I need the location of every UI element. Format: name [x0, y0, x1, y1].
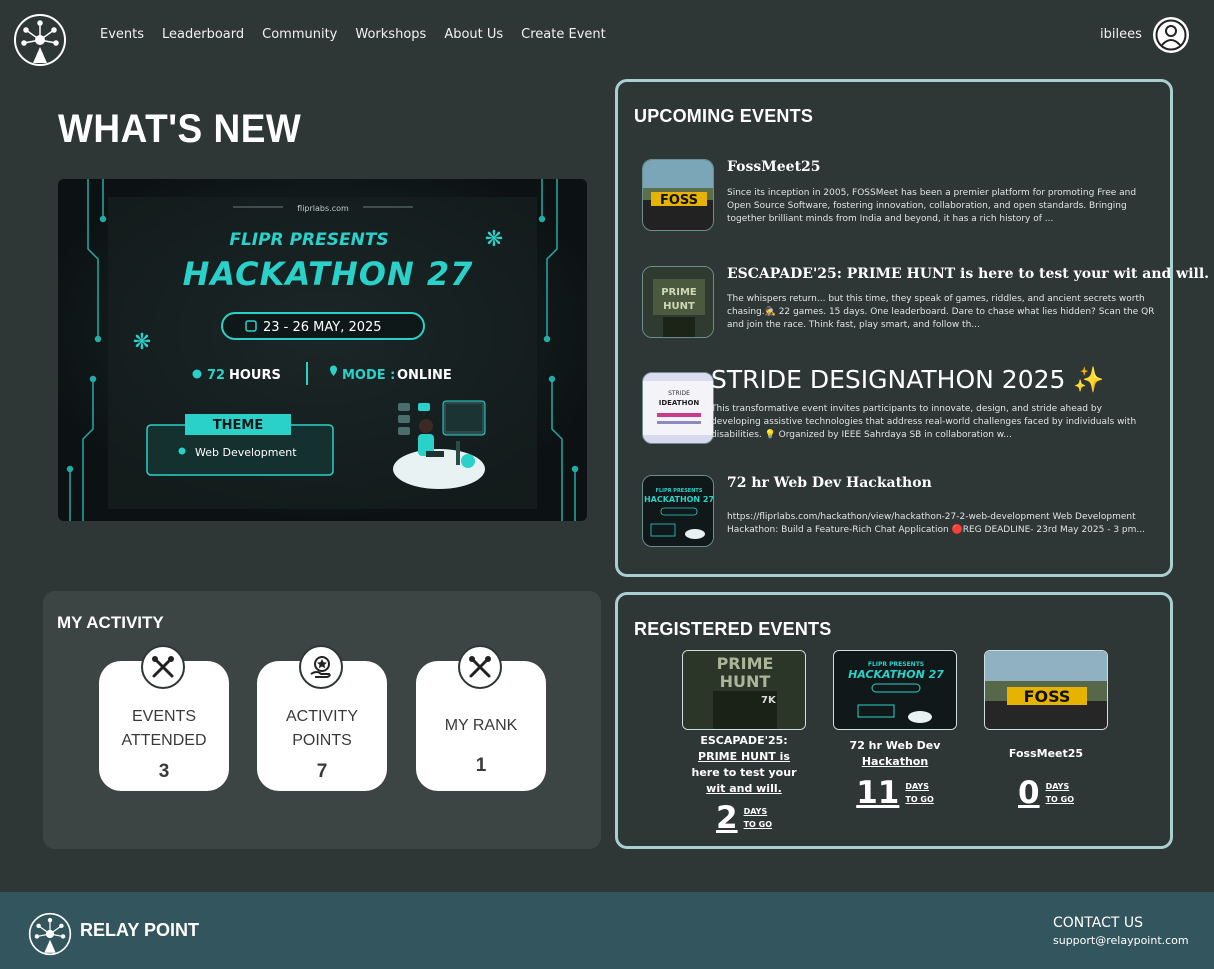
countdown: 11 DAYS TO GO	[833, 776, 957, 810]
svg-text:FOSS: FOSS	[660, 193, 698, 208]
sparkle-icon: ❋	[485, 227, 503, 252]
card-value: 3	[158, 761, 170, 782]
card-label: EVENTS	[131, 708, 196, 725]
svg-text:HUNT: HUNT	[720, 672, 771, 691]
relay-point-logo[interactable]	[28, 912, 72, 956]
nav-about-us[interactable]: About Us	[444, 27, 503, 42]
event-thumbnail: STRIDE IDEATHON	[642, 372, 714, 444]
registered-event-item[interactable]: PRIME HUNT 7K ESCAPADE'25: PRIME HUNT is…	[682, 650, 806, 835]
nav-workshops[interactable]: Workshops	[355, 27, 426, 42]
event-description: The whispers return... but this time, th…	[727, 294, 1155, 330]
card-label: ACTIVITY	[285, 708, 358, 725]
registered-event-thumbnail: PRIME HUNT 7K	[682, 650, 806, 730]
event-title[interactable]: STRIDE DESIGNATHON 2025 ✨	[711, 365, 1105, 395]
card-value: 1	[475, 755, 487, 776]
nav-events[interactable]: Events	[100, 27, 144, 42]
countdown: 2 DAYS TO GO	[682, 801, 806, 835]
svg-text:HUNT: HUNT	[663, 301, 695, 312]
top-navbar: Events Leaderboard Community Workshops A…	[0, 0, 1214, 72]
event-description: https://fliprlabs.com/hackathon/view/hac…	[727, 512, 1145, 535]
countdown: 0 DAYS TO GO	[984, 776, 1108, 810]
svg-text:7K: 7K	[761, 695, 777, 706]
my-rank-card[interactable]: MY RANK 1	[416, 645, 546, 791]
nav-community[interactable]: Community	[262, 27, 337, 42]
days-remaining: 2	[716, 800, 738, 836]
days-to-go-label: DAYS TO GO	[905, 782, 934, 804]
days-to-go-label: DAYS TO GO	[1045, 782, 1074, 804]
clock-icon	[192, 369, 202, 379]
svg-text:HACKATHON 27: HACKATHON 27	[848, 668, 944, 681]
relay-point-logo[interactable]	[13, 13, 67, 67]
registered-event-name[interactable]: FossMeet25	[984, 746, 1108, 762]
banner-theme-value: Web Development	[195, 446, 297, 459]
svg-text:PRIME: PRIME	[717, 654, 774, 673]
event-description: Since its inception in 2005, FOSSMeet ha…	[727, 188, 1137, 224]
sparkle-icon: ❋	[133, 330, 151, 355]
star-hand-icon	[299, 645, 343, 689]
svg-text:HACKATHON 27: HACKATHON 27	[644, 495, 714, 504]
banner-hours-label: HOURS	[229, 368, 281, 383]
registered-event-name[interactable]: ESCAPADE'25: PRIME HUNT is here to test …	[682, 733, 806, 797]
event-title[interactable]: ESCAPADE'25: PRIME HUNT is here to test …	[727, 266, 1209, 282]
banner-mode-label: MODE :	[342, 368, 395, 383]
registered-event-item[interactable]: FOSS FossMeet25 0 DAYS TO GO	[984, 650, 1108, 810]
contact-title: CONTACT US	[1053, 915, 1143, 931]
nav-create-event[interactable]: Create Event	[521, 27, 606, 42]
registered-event-thumbnail: FLIPR PRESENTS HACKATHON 27	[833, 650, 957, 730]
username[interactable]: ibilees	[1100, 27, 1142, 42]
card-value: 7	[316, 761, 328, 782]
svg-text:FLIPR PRESENTS: FLIPR PRESENTS	[868, 661, 924, 668]
tools-icon	[458, 645, 502, 689]
registered-events-panel: REGISTERED EVENTS PRIME HUNT 7K ESCAPADE…	[615, 592, 1173, 849]
svg-text:FLIPR PRESENTS: FLIPR PRESENTS	[656, 488, 703, 494]
whats-new-title: WHAT'S NEW	[58, 106, 302, 151]
upcoming-event-item[interactable]: STRIDE IDEATHON STRIDE DESIGNATHON 2025 …	[640, 365, 1160, 445]
upcoming-event-item[interactable]: FOSS FossMeet25 Since its inception in 2…	[640, 159, 1160, 239]
tools-icon	[141, 645, 185, 689]
banner-theme-label: THEME	[213, 418, 263, 433]
footer: RELAY POINT CONTACT US support@relaypoin…	[0, 892, 1214, 969]
registered-event-item[interactable]: FLIPR PRESENTS HACKATHON 27 72 hr Web De…	[833, 650, 957, 810]
event-title[interactable]: FossMeet25	[727, 159, 821, 175]
banner-presents: FLIPR PRESENTS	[229, 230, 388, 250]
svg-text:PRIME: PRIME	[661, 287, 697, 298]
card-label: POINTS	[292, 732, 352, 749]
upcoming-events-title: UPCOMING EVENTS	[634, 106, 814, 126]
svg-text:STRIDE: STRIDE	[668, 390, 690, 397]
hackathon-banner-image: fliprlabs.com FLIPR PRESENTS HACKATHON 2…	[58, 179, 587, 521]
upcoming-events-panel: UPCOMING EVENTS FOSS FossMeet25 Since it…	[615, 79, 1209, 577]
banner-mode-value: ONLINE	[397, 368, 452, 383]
registered-event-thumbnail: FOSS	[984, 650, 1108, 730]
event-title[interactable]: 72 hr Web Dev Hackathon	[727, 475, 932, 491]
user-avatar-icon[interactable]	[1152, 16, 1190, 54]
events-attended-card[interactable]: EVENTS ATTENDED 3	[99, 645, 229, 791]
event-thumbnail: FOSS	[642, 159, 714, 231]
days-to-go-label: DAYS TO GO	[743, 807, 772, 829]
activity-points-card[interactable]: ACTIVITY POINTS 7	[257, 645, 387, 791]
contact-email-link[interactable]: support@relaypoint.com	[1053, 934, 1189, 947]
nav-leaderboard[interactable]: Leaderboard	[162, 27, 244, 42]
my-activity-panel: MY ACTIVITY EVENTS ATTENDED 3 ACTIVITY P…	[43, 591, 601, 849]
upcoming-event-item[interactable]: PRIME HUNT ESCAPADE'25: PRIME HUNT is he…	[640, 266, 1209, 346]
card-label: ATTENDED	[121, 732, 207, 749]
upcoming-event-item[interactable]: FLIPR PRESENTS HACKATHON 27 72 hr Web De…	[640, 475, 1160, 555]
event-thumbnail: PRIME HUNT	[642, 266, 714, 338]
registered-events-title: REGISTERED EVENTS	[634, 619, 832, 639]
event-thumbnail: FLIPR PRESENTS HACKATHON 27	[642, 475, 714, 547]
banner-dates: 23 - 26 MAY, 2025	[263, 320, 382, 335]
banner-hours-num: 72	[207, 368, 225, 383]
registered-event-name[interactable]: 72 hr Web Dev Hackathon	[833, 738, 957, 770]
svg-text:FOSS: FOSS	[1024, 687, 1071, 706]
svg-text:IDEATHON: IDEATHON	[659, 399, 700, 407]
featured-event-banner[interactable]: fliprlabs.com FLIPR PRESENTS HACKATHON 2…	[58, 179, 587, 521]
event-description: This transformative event invites partic…	[711, 404, 1137, 440]
card-label: MY RANK	[444, 717, 518, 734]
banner-site: fliprlabs.com	[297, 204, 349, 213]
days-remaining: 11	[856, 775, 900, 811]
banner-headline: HACKATHON 27	[183, 255, 474, 293]
days-remaining: 0	[1018, 775, 1040, 811]
my-activity-title: MY ACTIVITY	[57, 613, 164, 632]
footer-brand: RELAY POINT	[80, 920, 200, 940]
